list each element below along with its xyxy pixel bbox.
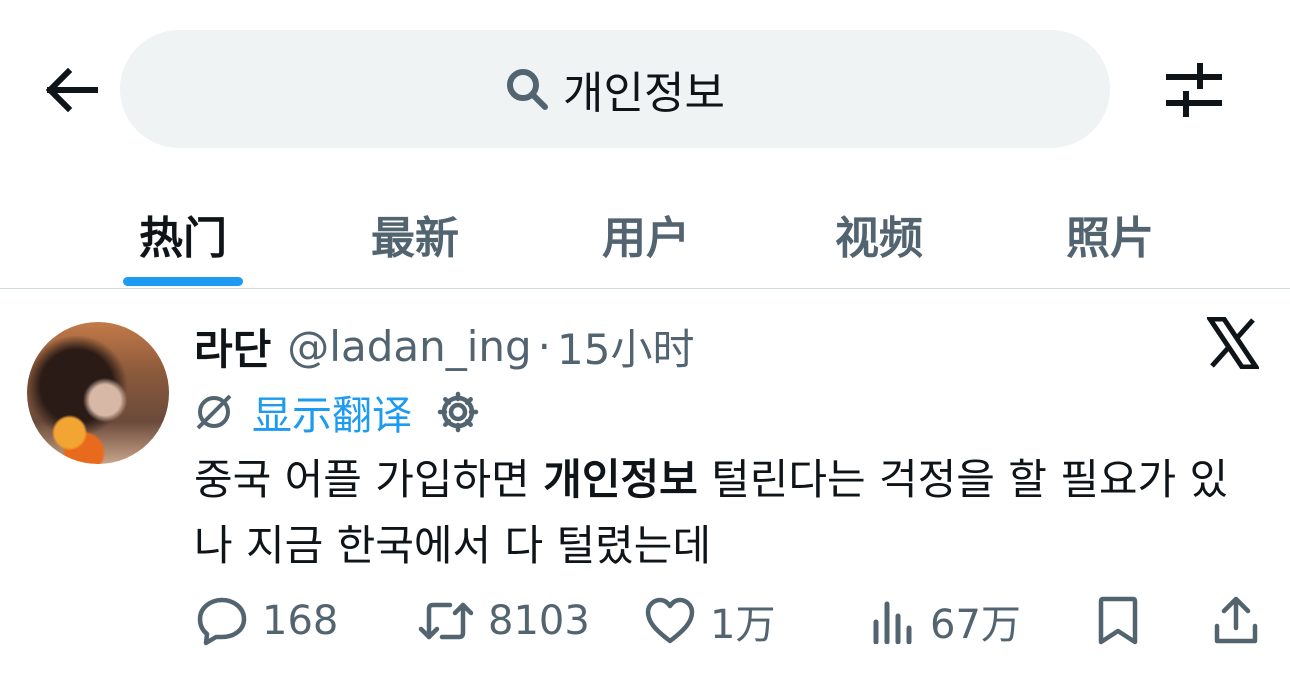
share-button[interactable]	[1212, 589, 1260, 653]
like-icon	[645, 597, 695, 644]
like-count: 1万	[710, 602, 776, 648]
avatar[interactable]	[27, 322, 169, 464]
x-logo-icon	[1207, 317, 1259, 369]
views-icon	[873, 601, 912, 644]
search-input[interactable]: 개인정보	[120, 30, 1110, 148]
active-tab-indicator	[123, 277, 243, 286]
tab-videos[interactable]: 视频	[779, 180, 979, 288]
user-handle[interactable]: @ladan_ing	[287, 322, 531, 371]
tab-top[interactable]: 热门	[83, 180, 283, 288]
search-tabs: 热门 最新 用户 视频 照片	[0, 180, 1290, 289]
tab-photos[interactable]: 照片	[1010, 180, 1210, 288]
share-icon	[1214, 596, 1258, 644]
search-filter-button[interactable]	[1160, 58, 1228, 122]
repost-button[interactable]: 8103	[418, 589, 590, 653]
back-button[interactable]	[40, 62, 102, 118]
filter-sliders-icon	[1166, 63, 1222, 117]
views-button[interactable]: 67万	[870, 589, 1021, 653]
translate-row: 显示翻译	[194, 387, 480, 439]
search-icon	[507, 69, 549, 110]
translate-globe-icon	[196, 394, 232, 430]
tab-latest[interactable]: 最新	[315, 180, 515, 288]
tweet-actions: 168 8103 1万 67万	[0, 589, 1290, 653]
reply-button[interactable]: 168	[196, 589, 338, 653]
display-name[interactable]: 라단	[194, 316, 271, 377]
reply-icon	[197, 597, 247, 646]
reply-count: 168	[262, 598, 339, 644]
tweet-text-part: 중국 어플 가입하면	[194, 455, 544, 504]
separator-dot: ·	[537, 321, 552, 371]
show-translation-link[interactable]: 显示翻译	[252, 383, 412, 441]
views-count: 67万	[930, 602, 1021, 648]
tweet-header: 라단 @ladan_ing · 15小时	[194, 319, 694, 374]
tweet-time[interactable]: 15小时	[557, 316, 694, 377]
back-arrow-icon	[45, 68, 98, 112]
tweet-card[interactable]: 라단 @ladan_ing · 15小时 显示翻译 중국 어플 가입하면 개인정…	[0, 289, 1290, 678]
tweet-text-highlight: 개인정보	[543, 455, 698, 504]
bookmark-icon	[1098, 596, 1138, 645]
like-button[interactable]: 1万	[644, 589, 775, 653]
repost-count: 8103	[488, 598, 590, 644]
search-header: 개인정보	[0, 0, 1290, 180]
bookmark-button[interactable]	[1096, 589, 1140, 653]
tweet-text: 중국 어플 가입하면 개인정보 털린다는 걱정을 할 필요가 있나 지금 한국에…	[194, 447, 1244, 579]
repost-icon	[418, 602, 474, 640]
tab-people[interactable]: 用户	[546, 180, 746, 288]
search-query: 개인정보	[563, 68, 725, 119]
gear-icon[interactable]	[436, 390, 480, 434]
